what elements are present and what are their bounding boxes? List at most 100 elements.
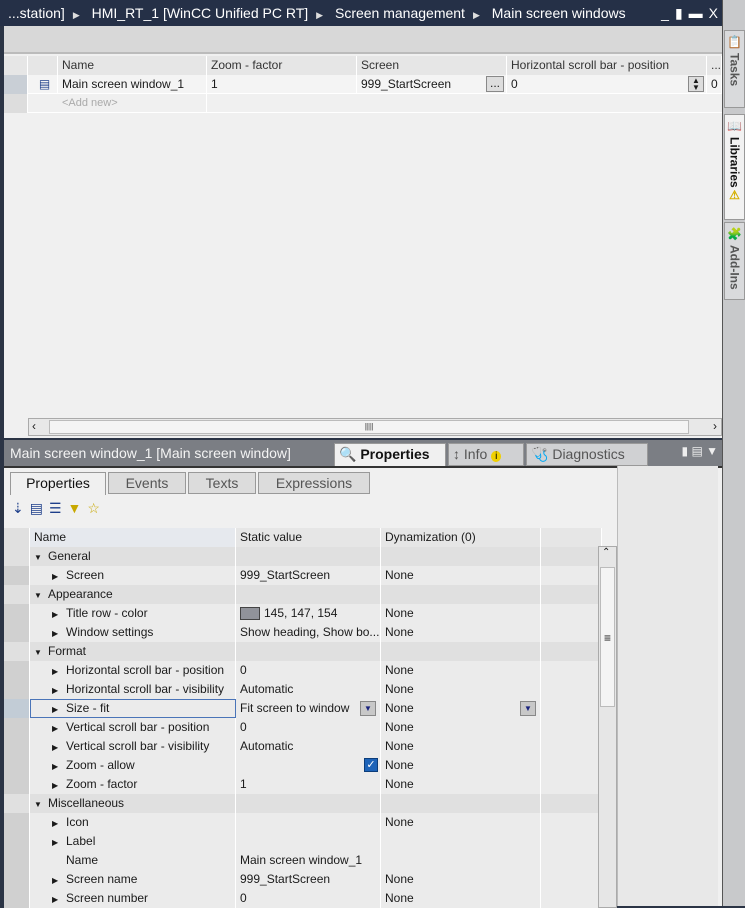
property-name[interactable]: ▶ Label (30, 832, 236, 851)
filter-icon[interactable]: ▼ (68, 500, 82, 517)
breadcrumb-item[interactable]: HMI_RT_1 [WinCC Unified PC RT] (92, 5, 309, 21)
property-row[interactable]: ▶ Window settings Show heading, Show bo...… (4, 623, 602, 642)
property-row[interactable]: ▶ Zoom - allow ✓ None (4, 756, 602, 775)
dynamization-value[interactable]: None (381, 889, 541, 908)
property-row[interactable]: ▶ Horizontal scroll bar - visibility Autom… (4, 680, 602, 699)
property-row[interactable]: ▶ Vertical scroll bar - visibility Automat… (4, 737, 602, 756)
scroll-up-icon[interactable]: ⌃ (602, 547, 610, 558)
dynamization-value[interactable]: None (381, 775, 541, 794)
property-name[interactable]: ▶ Screen name (30, 870, 236, 889)
expand-right-icon[interactable]: ▶ (52, 834, 66, 851)
breadcrumb-item[interactable]: Screen management (335, 5, 465, 21)
inspector-window-controls[interactable]: ▮ ▤ ▼ (682, 444, 719, 458)
dropdown-icon[interactable]: ▼ (360, 701, 376, 716)
property-row[interactable]: Name Main screen window_1 (4, 851, 602, 870)
col-screen[interactable]: Screen (357, 56, 507, 75)
dynamization-value[interactable]: None (381, 737, 541, 756)
dynamization-value[interactable] (381, 585, 541, 604)
expand-right-icon[interactable]: ▶ (52, 777, 66, 794)
static-value[interactable]: 145, 147, 154 (236, 604, 381, 623)
property-row[interactable]: ▼ General (4, 547, 602, 566)
group-icon[interactable]: ▤ (30, 500, 43, 517)
tab-properties[interactable]: 🔍 Properties (334, 443, 446, 467)
spinner-icon[interactable]: ▲ ▼ (688, 76, 704, 92)
static-value[interactable]: Show heading, Show bo... (236, 623, 381, 642)
tab-diagnostics[interactable]: 🩺 Diagnostics (526, 443, 648, 466)
scroll-right-icon[interactable]: › (713, 419, 717, 433)
property-name[interactable]: ▶ Screen (30, 566, 236, 585)
close-button[interactable]: X (709, 0, 718, 26)
horizontal-scrollbar[interactable]: ‹ |||| › (28, 418, 722, 436)
dynamization-value[interactable]: None (381, 566, 541, 585)
table-row[interactable]: ▤ Main screen window_1 1 999_StartScreen… (4, 75, 722, 94)
expand-right-icon[interactable]: ▶ (52, 625, 66, 642)
property-name[interactable]: ▶ Zoom - factor (30, 775, 236, 794)
static-value[interactable]: Automatic (236, 737, 381, 756)
property-row[interactable]: ▼ Format (4, 642, 602, 661)
sort-az-icon[interactable]: ⇣ (12, 500, 24, 517)
expand-down-icon[interactable]: ▼ (34, 796, 48, 813)
subtab-events[interactable]: Events (108, 472, 186, 494)
subtab-expressions[interactable]: Expressions (258, 472, 370, 494)
checkbox-checked-icon[interactable]: ✓ (364, 758, 378, 772)
cell-zoom[interactable]: 1 (207, 75, 357, 94)
static-value[interactable] (236, 794, 381, 813)
dynamization-value[interactable]: None ▼ (381, 699, 541, 718)
static-value[interactable]: 0 (236, 889, 381, 908)
static-value[interactable]: 0 (236, 661, 381, 680)
vertical-scrollbar[interactable]: ⌃ ≡ (598, 546, 617, 908)
maximize-button[interactable]: ▬ (689, 0, 703, 26)
static-value[interactable] (236, 832, 381, 851)
tab-tasks[interactable]: 📋 Tasks (724, 30, 745, 108)
dynamization-value[interactable] (381, 832, 541, 851)
property-row[interactable]: ▶ Screen 999_StartScreen None (4, 566, 602, 585)
col-static-value[interactable]: Static value (236, 528, 381, 547)
static-value[interactable]: ✓ (236, 756, 381, 775)
expand-right-icon[interactable]: ▶ (52, 663, 66, 680)
property-name[interactable]: ▶ Vertical scroll bar - visibility (30, 737, 236, 756)
property-row[interactable]: ▶ Label (4, 832, 602, 851)
property-row[interactable]: ▶ Icon None (4, 813, 602, 832)
expand-right-icon[interactable]: ▶ (52, 606, 66, 623)
static-value[interactable] (236, 642, 381, 661)
property-row[interactable]: ▶ Screen name 999_StartScreen None (4, 870, 602, 889)
property-row[interactable]: ▶ Size - fit Fit screen to window ▼ None ▼ (4, 699, 602, 718)
dynamization-value[interactable]: None (381, 680, 541, 699)
static-value[interactable]: 999_StartScreen (236, 870, 381, 889)
breadcrumb-item[interactable]: ...station] (8, 5, 65, 21)
property-name[interactable]: ▶ Window settings (30, 623, 236, 642)
property-row[interactable]: ▶ Vertical scroll bar - position 0 None (4, 718, 602, 737)
property-name[interactable]: ▶ Vertical scroll bar - position (30, 718, 236, 737)
col-more[interactable]: ... (707, 56, 722, 75)
scroll-left-icon[interactable]: ‹ (32, 419, 36, 433)
group-name[interactable]: ▼ General (30, 547, 236, 566)
property-row[interactable]: ▶ Zoom - factor 1 None (4, 775, 602, 794)
dynamization-value[interactable]: None (381, 623, 541, 642)
static-value[interactable] (236, 813, 381, 832)
expand-down-icon[interactable]: ▼ (34, 549, 48, 566)
expand-right-icon[interactable]: ▶ (52, 872, 66, 889)
row-header[interactable] (4, 75, 28, 94)
dynamization-value[interactable]: None (381, 718, 541, 737)
expand-right-icon[interactable]: ▶ (52, 891, 66, 908)
tab-info[interactable]: ↕ Info i (448, 443, 524, 466)
expand-right-icon[interactable]: ▶ (52, 815, 66, 832)
property-name[interactable]: ▶ Title row - color (30, 604, 236, 623)
static-value[interactable]: 0 (236, 718, 381, 737)
group-name[interactable]: ▼ Appearance (30, 585, 236, 604)
cell-hscroll-position[interactable]: 0 ▲ ▼ (507, 75, 707, 94)
browse-button[interactable]: ... (486, 76, 504, 92)
property-name[interactable]: ▶ Zoom - allow (30, 756, 236, 775)
favorite-star-icon[interactable]: ☆ (87, 500, 100, 517)
add-new-row[interactable]: <Add new> (4, 94, 722, 113)
breadcrumb-item[interactable]: Main screen windows (492, 5, 626, 21)
static-value[interactable]: 999_StartScreen (236, 566, 381, 585)
cell-name[interactable]: Main screen window_1 (58, 75, 207, 94)
col-name[interactable]: Name (30, 528, 236, 547)
expand-right-icon[interactable]: ▶ (52, 720, 66, 737)
dynamization-value[interactable]: None (381, 813, 541, 832)
col-hscroll-position[interactable]: Horizontal scroll bar - position (507, 56, 707, 75)
col-name[interactable]: Name (58, 56, 207, 75)
dynamization-value[interactable] (381, 851, 541, 870)
dynamization-value[interactable] (381, 547, 541, 566)
